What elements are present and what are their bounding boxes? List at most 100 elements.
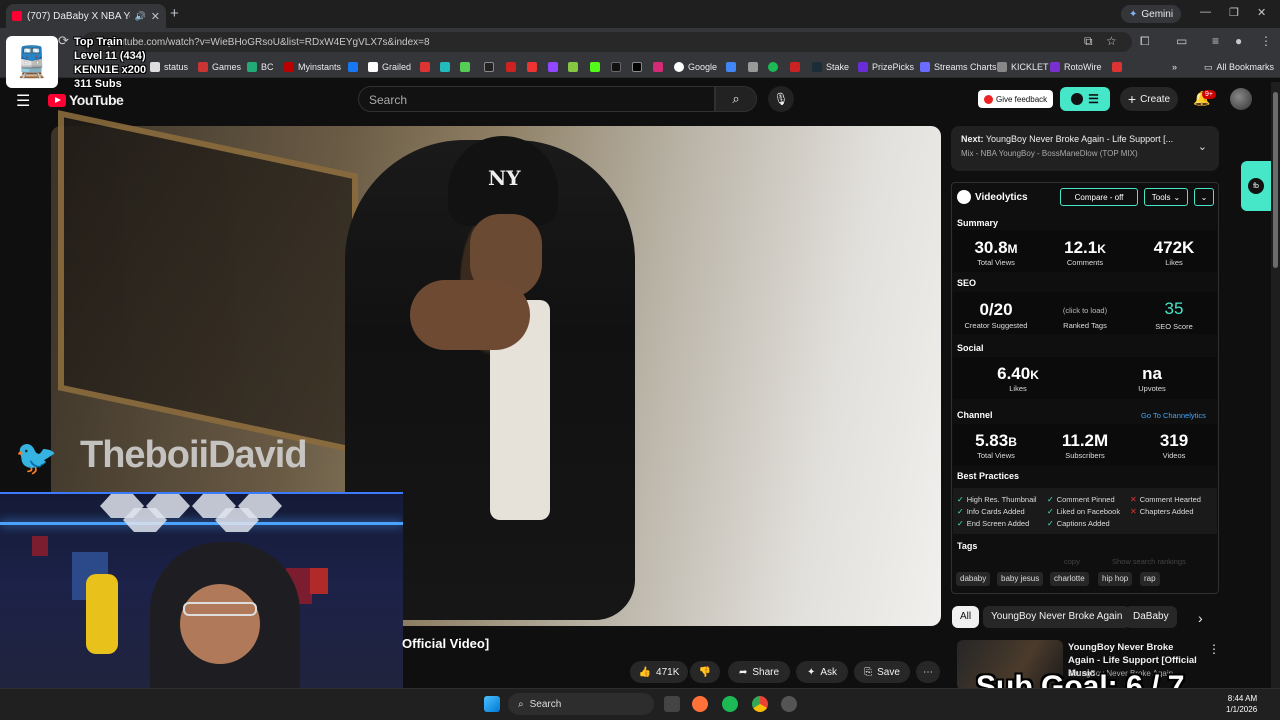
social-likes: 6.40K	[978, 364, 1058, 384]
minimize-icon[interactable]: —	[1200, 6, 1211, 18]
tag-chip[interactable]: charlotte	[1050, 572, 1089, 586]
taskbar-search[interactable]: ⌕ Search	[508, 693, 654, 715]
tag-chip[interactable]: hip hop	[1098, 572, 1133, 586]
bookmark-google[interactable]: Google	[674, 59, 717, 75]
bookmark-icon-7[interactable]	[726, 59, 736, 75]
extensions-icon[interactable]: ⧠	[1140, 34, 1150, 49]
spotify-icon[interactable]	[768, 59, 778, 75]
ranked-tags-load-link[interactable]: (click to load)	[1045, 306, 1125, 315]
show-search-rankings-link[interactable]: Show search rankings	[1112, 557, 1186, 566]
system-clock[interactable]: 8:44 AM 1/1/2026	[1226, 693, 1257, 715]
bookmark-prizepicks[interactable]: PrizePicks	[858, 59, 914, 75]
dislike-button[interactable]: 👎	[690, 661, 720, 683]
bookmark-icon-10[interactable]	[1112, 59, 1122, 75]
copy-tags-link[interactable]: copy	[1064, 557, 1080, 566]
grailed-icon	[368, 62, 378, 72]
tag-chip[interactable]: rap	[1140, 572, 1160, 586]
chip-all[interactable]: All	[952, 606, 980, 628]
bookmark-kicklet[interactable]: KICKLET	[997, 59, 1049, 75]
bookmark-games[interactable]: Games	[198, 59, 241, 75]
chevron-down-icon[interactable]: ⌄	[1198, 140, 1207, 153]
task-view-icon[interactable]	[664, 696, 680, 712]
bookmark-icon-9[interactable]	[790, 59, 800, 75]
browser-tab[interactable]: (707) DaBaby X NBA Young 🔊 ✕	[6, 4, 166, 28]
rumble-icon[interactable]	[568, 59, 578, 75]
bookmark-status[interactable]: status	[150, 59, 188, 75]
youtube-logo[interactable]: YouTube	[48, 92, 124, 108]
chip-youngboy[interactable]: YoungBoy Never Broke Again	[983, 606, 1131, 628]
install-icon[interactable]: ⧉	[1084, 34, 1093, 49]
close-window-icon[interactable]: ✕	[1257, 6, 1266, 19]
bookmark-label: Stake	[826, 62, 850, 72]
bookmark-icon-4[interactable]	[484, 59, 494, 75]
chevron-right-icon[interactable]: ›	[1198, 610, 1203, 626]
more-bookmarks-icon[interactable]: »	[1172, 59, 1177, 75]
go-to-channelytics-link[interactable]: Go To Channelytics	[1141, 411, 1206, 420]
tag-chip[interactable]: baby jesus	[997, 572, 1044, 586]
more-actions-button[interactable]: ⋯	[916, 661, 940, 683]
all-bookmarks[interactable]: ▭ All Bookmarks	[1204, 59, 1274, 75]
give-feedback-button[interactable]: Give feedback	[978, 90, 1054, 108]
bookmark-label: KICKLET	[1011, 62, 1049, 72]
up-next-card[interactable]: Next: YoungBoy Never Broke Again - Life …	[951, 126, 1219, 171]
bookmark-icon-8[interactable]	[748, 59, 758, 75]
scrollbar-thumb[interactable]	[1273, 92, 1278, 268]
menu-icon[interactable]: ⋮	[1260, 34, 1272, 48]
url-field[interactable]: youtube.com/watch?v=WieBHoGRsoU&list=RDx…	[82, 32, 1132, 52]
media-icon[interactable]: ≡	[1212, 34, 1219, 48]
app-icon[interactable]	[781, 696, 797, 712]
sidepanel-icon[interactable]: ▭	[1176, 34, 1187, 48]
bookmark-streams-charts[interactable]: Streams Charts	[920, 59, 997, 75]
bookmark-icon-3[interactable]	[460, 59, 470, 75]
x-icon[interactable]	[632, 59, 642, 75]
profile-icon[interactable]: ●	[1235, 34, 1242, 48]
instagram-icon[interactable]	[653, 59, 663, 75]
bookmark-rotowire[interactable]: RotoWire	[1050, 59, 1102, 75]
bookmark-icon-6[interactable]	[527, 59, 537, 75]
channel-videos: 319	[1159, 431, 1189, 450]
account-avatar[interactable]	[1230, 88, 1252, 110]
reload-icon[interactable]: ⟳	[58, 33, 69, 49]
bookmark-icon-2[interactable]	[440, 59, 450, 75]
videolytics-side-tab[interactable]: fb	[1241, 161, 1271, 211]
tools-dropdown[interactable]: Tools ⌄	[1144, 188, 1188, 206]
overlay-top-train: Top Train	[74, 36, 123, 48]
gemini-button[interactable]: ✦ Gemini	[1121, 5, 1182, 23]
search-button[interactable]: ⌕	[715, 86, 757, 112]
start-menu-icon[interactable]	[484, 696, 500, 712]
more-vert-icon[interactable]: ⋮	[1208, 642, 1220, 656]
ask-button[interactable]: ✦ Ask	[796, 661, 848, 683]
bookmark-myinstants[interactable]: Myinstants	[284, 59, 341, 75]
kick-icon[interactable]	[590, 59, 600, 75]
compare-button[interactable]: Compare - off	[1060, 188, 1138, 206]
like-button[interactable]: 👍 471K	[630, 661, 688, 683]
tag-chip[interactable]: dababy	[956, 572, 991, 586]
bookmark-bc[interactable]: BC	[247, 59, 274, 75]
bookmark-star-icon[interactable]: ☆	[1106, 34, 1117, 48]
new-tab-icon[interactable]: +	[170, 5, 179, 22]
up-next-title-row: Next: YoungBoy Never Broke Again - Life …	[961, 134, 1181, 144]
tiktok-icon[interactable]	[611, 59, 621, 75]
share-button[interactable]: ➦ Share	[728, 661, 790, 683]
create-button[interactable]: + Create	[1120, 87, 1178, 111]
firefox-icon[interactable]	[692, 696, 708, 712]
bookmark-icon-5[interactable]	[506, 59, 516, 75]
twitch-icon[interactable]	[548, 59, 558, 75]
bookmark-icon-1[interactable]	[420, 59, 430, 75]
hamburger-menu-icon[interactable]: ☰	[16, 91, 30, 111]
facebook-icon[interactable]	[348, 59, 358, 75]
wall-poster	[310, 568, 328, 594]
maximize-icon[interactable]: ❐	[1229, 6, 1239, 19]
bookmark-grailed[interactable]: Grailed	[368, 59, 411, 75]
search-input[interactable]: Search	[358, 86, 715, 112]
youtube-play-icon	[48, 93, 66, 107]
videolytics-toggle-button[interactable]: ☰	[1060, 87, 1110, 111]
chrome-icon[interactable]	[752, 696, 768, 712]
save-button[interactable]: ⎘ Save	[854, 661, 910, 683]
bookmark-stake[interactable]: Stake	[812, 59, 849, 75]
spotify-taskbar-icon[interactable]	[722, 696, 738, 712]
voice-search-button[interactable]: 🎙	[768, 86, 794, 112]
panel-expand-button[interactable]: ⌄	[1194, 188, 1214, 206]
chip-dababy[interactable]: DaBaby	[1125, 606, 1177, 628]
close-tab-icon[interactable]: ✕	[151, 10, 160, 23]
